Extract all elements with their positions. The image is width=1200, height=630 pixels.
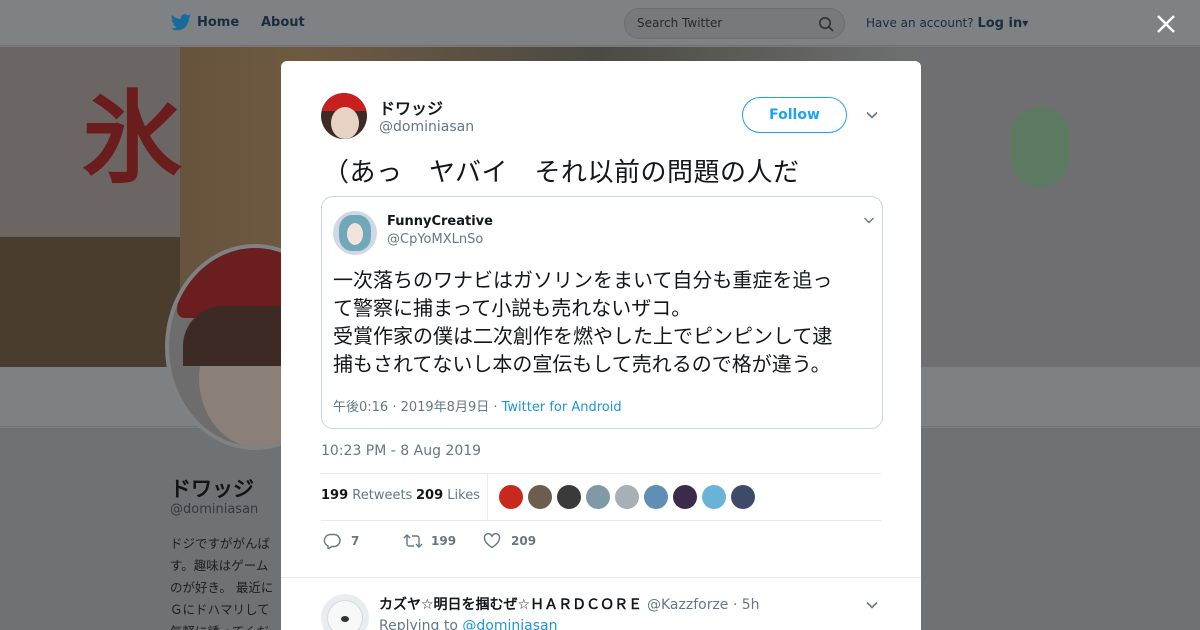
bio-line: 気軽に誘ってくだ	[170, 621, 282, 630]
author-name[interactable]: ドワッジ	[379, 95, 443, 119]
quoted-text-line: 捕もされてないし本の宣伝もして売れるので格が違う。	[333, 352, 831, 376]
liker-avatar[interactable]	[499, 485, 523, 509]
quoted-text: 一次落ちのワナビはガソリンをまいて自分も重症を追っ て警察に捕まって小説も売れな…	[333, 266, 878, 378]
retweet-icon[interactable]	[403, 533, 423, 549]
avatar-face	[347, 223, 363, 245]
chevron-down-icon[interactable]	[863, 214, 875, 226]
account-prompt-text: Have an account?	[866, 16, 974, 30]
liker-avatar[interactable]	[731, 485, 755, 509]
liker-avatar[interactable]	[528, 485, 552, 509]
quoted-meta: 午後0:16 · 2019年8月9日 · Twitter for Android	[333, 396, 622, 415]
tweet-timestamp: 10:23 PM - 8 Aug 2019	[321, 443, 482, 459]
follow-button[interactable]: Follow	[742, 97, 847, 133]
quoted-time: 午後0:16 · 2019年8月9日 ·	[333, 400, 502, 415]
profile-handle: @dominiasan	[170, 502, 259, 517]
chevron-down-icon[interactable]	[865, 598, 879, 612]
quoted-author-handle[interactable]: @CpYoMXLnSo	[387, 232, 483, 247]
reply-author-name[interactable]: カズヤ☆明日を掴むぜ☆ＨＡＲＤＣＯＲＥ	[379, 597, 642, 613]
reply-icon[interactable]	[323, 533, 341, 549]
reply-tweet[interactable]: カズヤ☆明日を掴むぜ☆ＨＡＲＤＣＯＲＥ @Kazzforze · 5h Repl…	[281, 577, 921, 630]
quoted-source-link[interactable]: Twitter for Android	[502, 400, 622, 415]
chevron-down-icon[interactable]	[865, 108, 879, 122]
reply-handle-time[interactable]: @Kazzforze · 5h	[647, 597, 760, 613]
avatar-dog	[327, 600, 363, 630]
reply-avatar[interactable]	[321, 594, 369, 630]
liker-avatar[interactable]	[586, 485, 610, 509]
avatar-face	[331, 107, 359, 139]
banner-kanji: 氷	[82, 79, 182, 197]
nav-about-link[interactable]: About	[261, 15, 305, 30]
twitter-bird-icon[interactable]	[170, 13, 192, 33]
profile-bio: ドジですががんば す。趣味はゲーム のが好き。 最近に Ｇにドハマリして 気軽に…	[170, 533, 282, 630]
likes-stat[interactable]: 209 Likes	[416, 488, 480, 503]
close-icon[interactable]	[1154, 12, 1178, 36]
quoted-text-line: 受賞作家の僕は二次創作を燃やした上でピンピンして逮	[333, 324, 833, 348]
search-placeholder[interactable]: Search Twitter	[637, 16, 722, 30]
bio-line: す。趣味はゲーム	[170, 558, 269, 573]
quoted-author-name[interactable]: FunnyCreative	[387, 214, 493, 229]
tweet-modal: ドワッジ @dominiasan Follow （あっ ヤバイ それ以前の問題の…	[281, 61, 921, 630]
quoted-text-line: て警察に捕まって小説も売れないザコ。	[333, 296, 692, 320]
bio-line: のが好き。 最近に	[170, 580, 274, 595]
likes-count[interactable]: 209	[416, 488, 443, 503]
author-avatar[interactable]	[321, 93, 367, 139]
banner-character	[920, 47, 1200, 367]
replying-to-link[interactable]: @dominiasan	[462, 618, 557, 630]
retweets-stat[interactable]: 199 Retweets	[321, 488, 412, 503]
nav-home-link[interactable]: Home	[197, 15, 239, 30]
replying-prefix: Replying to	[379, 618, 458, 630]
retweets-label[interactable]: Retweets	[352, 488, 412, 503]
login-link[interactable]: Log in	[977, 16, 1022, 31]
top-nav: Home About Search Twitter Have an accoun…	[0, 0, 1200, 46]
search-box[interactable]: Search Twitter	[624, 8, 845, 39]
reply-author[interactable]: カズヤ☆明日を掴むぜ☆ＨＡＲＤＣＯＲＥ @Kazzforze · 5h	[379, 594, 760, 614]
avatar-nose	[341, 616, 349, 622]
stats-divider	[487, 474, 488, 520]
tweet-actions: 7 199 209	[321, 531, 621, 551]
reply-count: 7	[351, 534, 360, 548]
liker-avatar[interactable]	[702, 485, 726, 509]
heart-icon[interactable]	[483, 533, 501, 549]
profile-name: ドワッジ	[170, 477, 254, 501]
search-icon[interactable]	[818, 16, 834, 32]
replying-to: Replying to @dominiasan	[379, 618, 557, 630]
caret-down-icon[interactable]: ▾	[1022, 16, 1028, 30]
tweet-text: （あっ ヤバイ それ以前の問題の人だ	[323, 158, 800, 188]
quoted-tweet[interactable]: FunnyCreative @CpYoMXLnSo 一次落ちのワナビはガソリンを…	[321, 196, 883, 429]
quoted-text-line: 一次落ちのワナビはガソリンをまいて自分も重症を追っ	[333, 268, 833, 292]
liker-avatar[interactable]	[644, 485, 668, 509]
author-handle[interactable]: @dominiasan	[379, 119, 474, 135]
account-prompt: Have an account? Log in▾	[866, 16, 1028, 31]
liker-avatar[interactable]	[673, 485, 697, 509]
bio-line: Ｇにドハマリして	[170, 602, 270, 617]
liker-avatar[interactable]	[615, 485, 639, 509]
retweet-count: 199	[431, 534, 457, 548]
banner-counter	[0, 237, 180, 367]
likes-label[interactable]: Likes	[447, 488, 480, 503]
bio-line: ドジですががんば	[170, 536, 271, 551]
like-count: 209	[511, 534, 537, 548]
quoted-avatar[interactable]	[333, 211, 377, 255]
tweet-stats: 199 Retweets 209 Likes	[321, 473, 881, 521]
banner-shaved-ice	[1010, 107, 1070, 187]
retweets-count[interactable]: 199	[321, 488, 348, 503]
liker-avatar[interactable]	[557, 485, 581, 509]
